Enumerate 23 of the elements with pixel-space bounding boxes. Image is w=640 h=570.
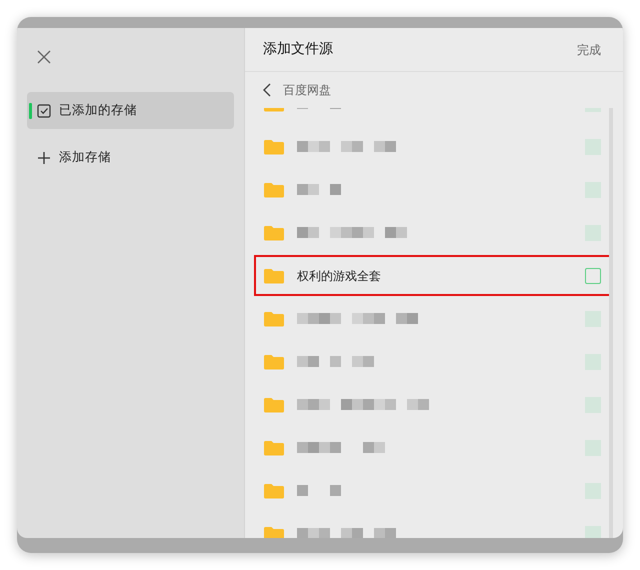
folder-icon <box>263 354 285 370</box>
folder-icon <box>263 482 285 498</box>
folder-icon <box>263 224 285 240</box>
sidebar-item[interactable]: 添加存储 <box>27 139 234 176</box>
pixelated-name <box>297 485 341 496</box>
folder-icon <box>263 440 285 456</box>
close-icon[interactable] <box>37 50 51 64</box>
sidebar-item[interactable]: 已添加的存储 <box>27 92 234 129</box>
checkbox-icon <box>37 104 51 118</box>
folder-icon <box>263 526 285 538</box>
breadcrumb: 百度网盘 <box>283 82 331 99</box>
done-link[interactable]: 完成 <box>577 40 601 58</box>
folder-icon <box>263 138 285 154</box>
folder-name[interactable]: 权利的游戏全套 <box>297 266 381 284</box>
folder-icon <box>263 310 285 326</box>
panel-title: 添加文件源 <box>263 40 333 59</box>
plus-icon <box>37 150 51 164</box>
pixelated-patch <box>585 526 601 538</box>
folder-icon <box>263 268 285 284</box>
folder-icon <box>263 396 285 412</box>
back-icon[interactable] <box>263 83 271 97</box>
folder-icon <box>263 182 285 198</box>
checkbox[interactable] <box>585 268 601 284</box>
